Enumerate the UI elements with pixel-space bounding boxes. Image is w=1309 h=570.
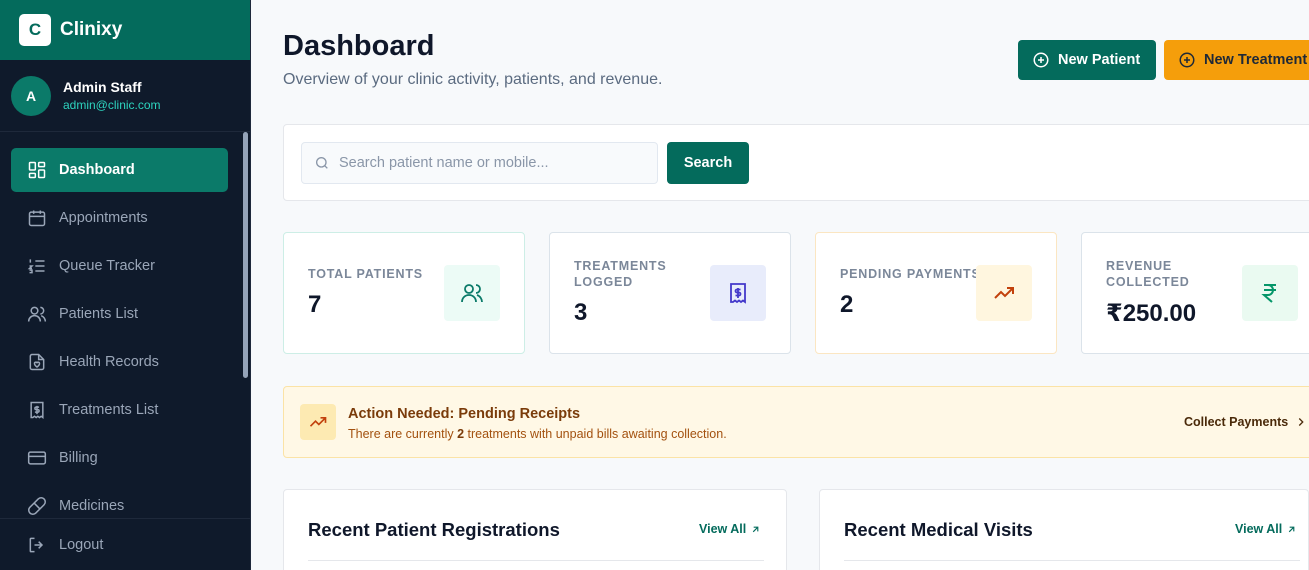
sidebar-item-patients-list[interactable]: Patients List <box>11 292 228 336</box>
trending-up-icon <box>309 417 327 427</box>
new-patient-button[interactable]: New Patient <box>1018 40 1156 80</box>
sidebar-item-label: Appointments <box>59 210 148 226</box>
receipt-dollar-icon <box>730 283 746 304</box>
search-card: Search <box>283 124 1309 201</box>
divider <box>844 560 1300 561</box>
plus-circle-icon <box>1179 52 1195 68</box>
pending-receipts-alert: Action Needed: Pending Receipts There ar… <box>283 386 1309 458</box>
stat-card-total-patients: TOTAL PATIENTS 7 <box>283 232 525 354</box>
sidebar-scrollbar[interactable] <box>243 132 248 378</box>
sidebar-item-health-records[interactable]: Health Records <box>11 340 228 384</box>
users-icon <box>461 284 483 303</box>
trending-up-icon <box>994 287 1014 299</box>
rupee-icon <box>1261 284 1276 303</box>
sidebar-item-label: Dashboard <box>59 162 135 178</box>
new-treatment-button[interactable]: New Treatment <box>1164 40 1309 80</box>
recent-patient-registrations-panel: Recent Patient Registrations View All <box>283 489 787 570</box>
page-title: Dashboard <box>283 30 435 62</box>
arrow-up-right-icon <box>753 526 759 532</box>
stat-value: 7 <box>308 291 322 318</box>
plus-circle-icon <box>1033 52 1049 68</box>
users-icon <box>27 306 47 322</box>
search-box[interactable] <box>301 142 658 184</box>
sidebar-item-queue-tracker[interactable]: Queue Tracker <box>11 244 228 288</box>
sidebar-item-label: Medicines <box>59 498 125 514</box>
alert-title: Action Needed: Pending Receipts <box>348 406 581 422</box>
panel-title: Recent Patient Registrations <box>308 519 560 540</box>
stat-card-revenue-collected: REVENUE COLLECTED ₹250.00 <box>1081 232 1309 354</box>
stat-label: PENDING PAYMENTS <box>840 267 981 281</box>
user-email: admin@clinic.com <box>63 98 161 112</box>
brand-header[interactable]: C Clinixy <box>0 0 250 60</box>
user-name: Admin Staff <box>63 79 142 95</box>
collect-payments-label: Collect Payments <box>1184 415 1289 429</box>
pill-icon <box>28 497 46 515</box>
stat-card-treatments-logged: TREATMENTS LOGGED 3 <box>549 232 791 354</box>
file-heart-icon <box>29 353 45 371</box>
stat-value: 2 <box>840 291 854 318</box>
logout-icon <box>29 537 44 552</box>
receipt-dollar-icon <box>30 401 44 419</box>
arrow-up-right-icon <box>1289 526 1295 532</box>
collect-payments-link[interactable]: Collect Payments <box>1184 415 1308 429</box>
divider <box>308 560 764 561</box>
user-info: Admin Staff admin@clinic.com <box>63 79 161 112</box>
logout-button[interactable]: Logout <box>0 518 250 570</box>
sidebar-item-label: Billing <box>59 450 98 466</box>
search-input[interactable] <box>339 155 639 171</box>
view-all-patients-link[interactable]: View All <box>699 522 761 536</box>
sidebar-item-label: Patients List <box>59 306 138 322</box>
user-profile[interactable]: A Admin Staff admin@clinic.com <box>0 60 250 132</box>
credit-card-icon <box>27 451 47 465</box>
page-subtitle: Overview of your clinic activity, patien… <box>283 71 663 88</box>
sidebar-item-label: Treatments List <box>59 402 159 418</box>
sidebar: C Clinixy A Admin Staff admin@clinic.com… <box>0 0 251 570</box>
brand-logo: C <box>19 14 51 46</box>
alert-icon-box <box>300 404 336 440</box>
avatar: A <box>11 75 51 116</box>
brand-name: Clinixy <box>60 19 123 40</box>
stat-value: 3 <box>574 299 588 326</box>
stat-label: TOTAL PATIENTS <box>308 267 423 281</box>
sidebar-nav: Dashboard Appointments Queue Tracker Pat… <box>11 148 228 532</box>
stat-card-pending-payments: PENDING PAYMENTS 2 <box>815 232 1057 354</box>
stat-icon-box <box>976 265 1032 321</box>
stat-icon-box <box>710 265 766 321</box>
list-ordered-icon <box>27 259 45 274</box>
stat-label: TREATMENTS LOGGED <box>574 259 667 289</box>
sidebar-item-appointments[interactable]: Appointments <box>11 196 228 240</box>
chevron-right-icon <box>1299 418 1304 426</box>
sidebar-item-label: Health Records <box>59 354 159 370</box>
alert-text: There are currently 2 treatments with un… <box>348 427 727 441</box>
stat-value: ₹250.00 <box>1106 300 1197 327</box>
search-button[interactable]: Search <box>667 142 749 184</box>
new-treatment-label: New Treatment <box>1204 52 1308 68</box>
calendar-icon <box>28 210 46 227</box>
sidebar-item-dashboard[interactable]: Dashboard <box>11 148 228 192</box>
logout-label: Logout <box>59 536 104 553</box>
stat-icon-box <box>444 265 500 321</box>
sidebar-item-billing[interactable]: Billing <box>11 436 228 480</box>
view-all-visits-link[interactable]: View All <box>1235 522 1297 536</box>
stat-label: REVENUE COLLECTED <box>1106 259 1190 289</box>
stat-icon-box <box>1242 265 1298 321</box>
panel-title: Recent Medical Visits <box>844 519 1033 540</box>
new-patient-label: New Patient <box>1058 52 1141 68</box>
sidebar-item-label: Queue Tracker <box>59 258 155 274</box>
alert-count: 2 <box>457 427 465 441</box>
dashboard-grid-icon <box>28 161 46 179</box>
recent-medical-visits-panel: Recent Medical Visits View All <box>819 489 1309 570</box>
sidebar-item-treatments-list[interactable]: Treatments List <box>11 388 228 432</box>
search-icon <box>316 157 328 169</box>
